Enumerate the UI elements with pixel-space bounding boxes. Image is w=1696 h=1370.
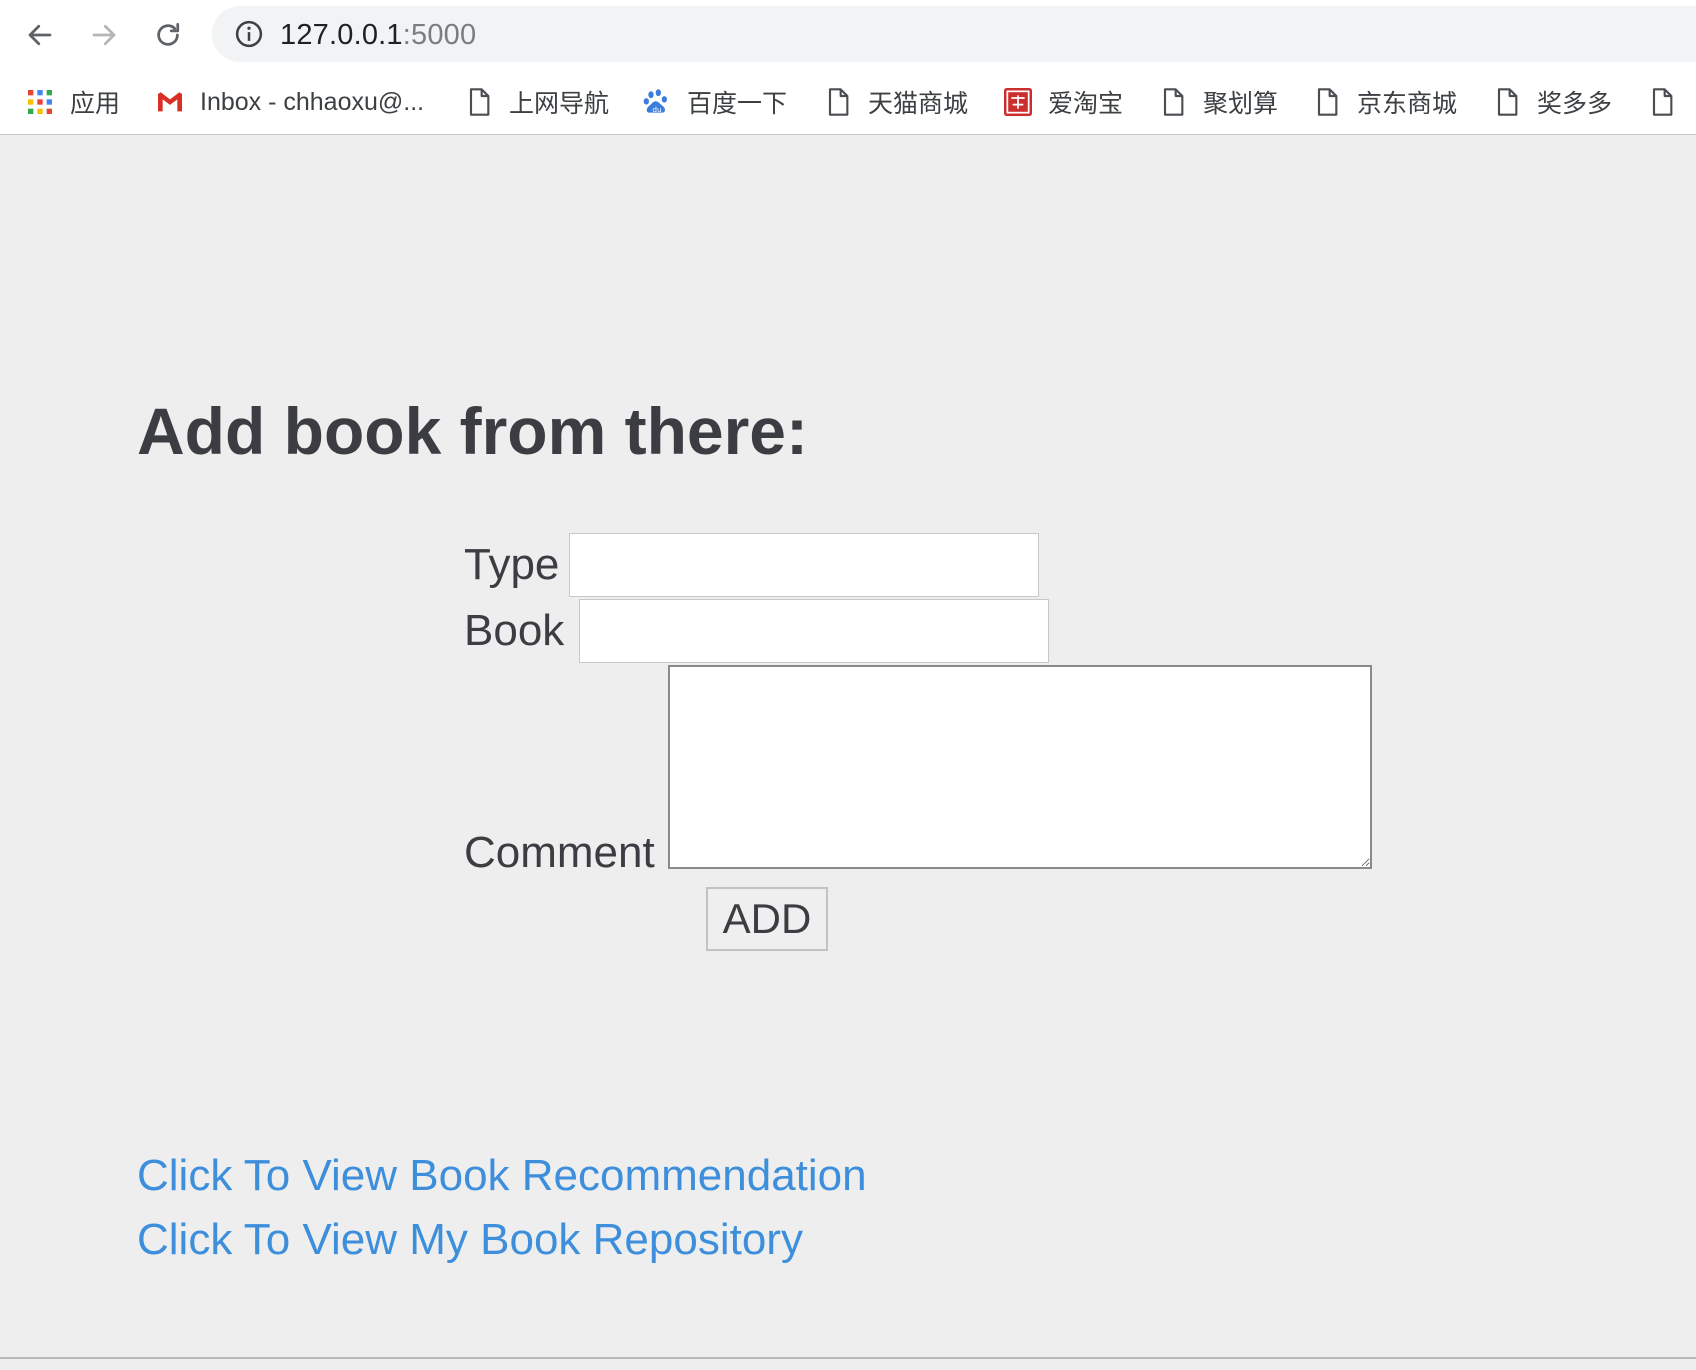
reload-button[interactable]: [145, 12, 191, 58]
bookmark-label: 天猫商城: [868, 90, 969, 118]
back-arrow-icon: [28, 24, 52, 46]
bookmark-baidu[interactable]: du 百度一下: [641, 80, 787, 124]
gmail-icon: [158, 92, 182, 112]
page-icon: [1652, 88, 1673, 116]
bookmark-inbox[interactable]: Inbox - chhaoxu@...: [154, 80, 424, 124]
page-icon: [469, 88, 490, 116]
view-repository-link[interactable]: Click To View My Book Repository: [137, 1214, 803, 1266]
apps-grid-icon: [28, 90, 52, 114]
bookmark-page[interactable]: 上网导航: [463, 80, 609, 124]
baidu-paw-icon: du: [643, 89, 667, 114]
bookmark-label: 应用: [70, 90, 121, 118]
book-input[interactable]: [579, 599, 1049, 663]
bookmark-label: 爱淘宝: [1048, 90, 1124, 118]
bookmark-label: 聚划算: [1203, 90, 1279, 118]
bookmark-page[interactable]: 京东商城: [1311, 80, 1457, 124]
bookmark-overflow[interactable]: [1646, 80, 1692, 124]
reload-icon: [157, 23, 180, 46]
bookmark-label: 京东商城: [1357, 90, 1458, 118]
bookmark-page[interactable]: 天猫商城: [822, 80, 968, 124]
comment-textarea[interactable]: [668, 665, 1372, 869]
type-label: Type: [464, 540, 560, 589]
url-host: 127.0.0.1: [280, 19, 403, 51]
address-bar[interactable]: 127.0.0.1:5000: [212, 6, 1696, 62]
type-input[interactable]: [569, 533, 1039, 597]
add-button[interactable]: ADD: [706, 887, 828, 951]
bookmark-page[interactable]: 奖多多: [1491, 80, 1612, 124]
svg-text:du: du: [652, 105, 661, 114]
comment-label: Comment: [464, 828, 655, 877]
back-button[interactable]: [17, 12, 63, 58]
taobao-icon: [1004, 88, 1032, 116]
page-icon: [828, 88, 849, 116]
bookmark-taobao[interactable]: 爱淘宝: [1002, 80, 1123, 124]
bookmark-page[interactable]: 聚划算: [1157, 80, 1278, 124]
bookmarks-bar: 应用 Inbox - chhaoxu@... 上网导航 du 百度一下 天猫商城: [0, 70, 1696, 135]
bookmark-apps[interactable]: 应用: [24, 80, 120, 124]
url-port: :5000: [402, 19, 477, 51]
bookmark-label: 上网导航: [509, 90, 610, 118]
bottom-divider: [0, 1357, 1696, 1359]
page-icon: [1163, 88, 1184, 116]
bookmark-label: Inbox - chhaoxu@...: [200, 87, 425, 116]
page-icon: [1317, 88, 1338, 116]
forward-button[interactable]: [81, 12, 127, 58]
page-title: Add book from there:: [137, 394, 808, 468]
bookmark-label: 奖多多: [1537, 90, 1613, 118]
browser-toolbar: 127.0.0.1:5000: [0, 0, 1696, 70]
view-recommendation-link[interactable]: Click To View Book Recommendation: [137, 1150, 867, 1202]
page-icon: [1497, 88, 1518, 116]
info-icon[interactable]: [234, 19, 264, 49]
forward-arrow-icon: [92, 24, 116, 46]
url-text: 127.0.0.1:5000: [280, 20, 476, 50]
book-label: Book: [464, 606, 565, 655]
bookmark-label: 百度一下: [687, 90, 788, 118]
